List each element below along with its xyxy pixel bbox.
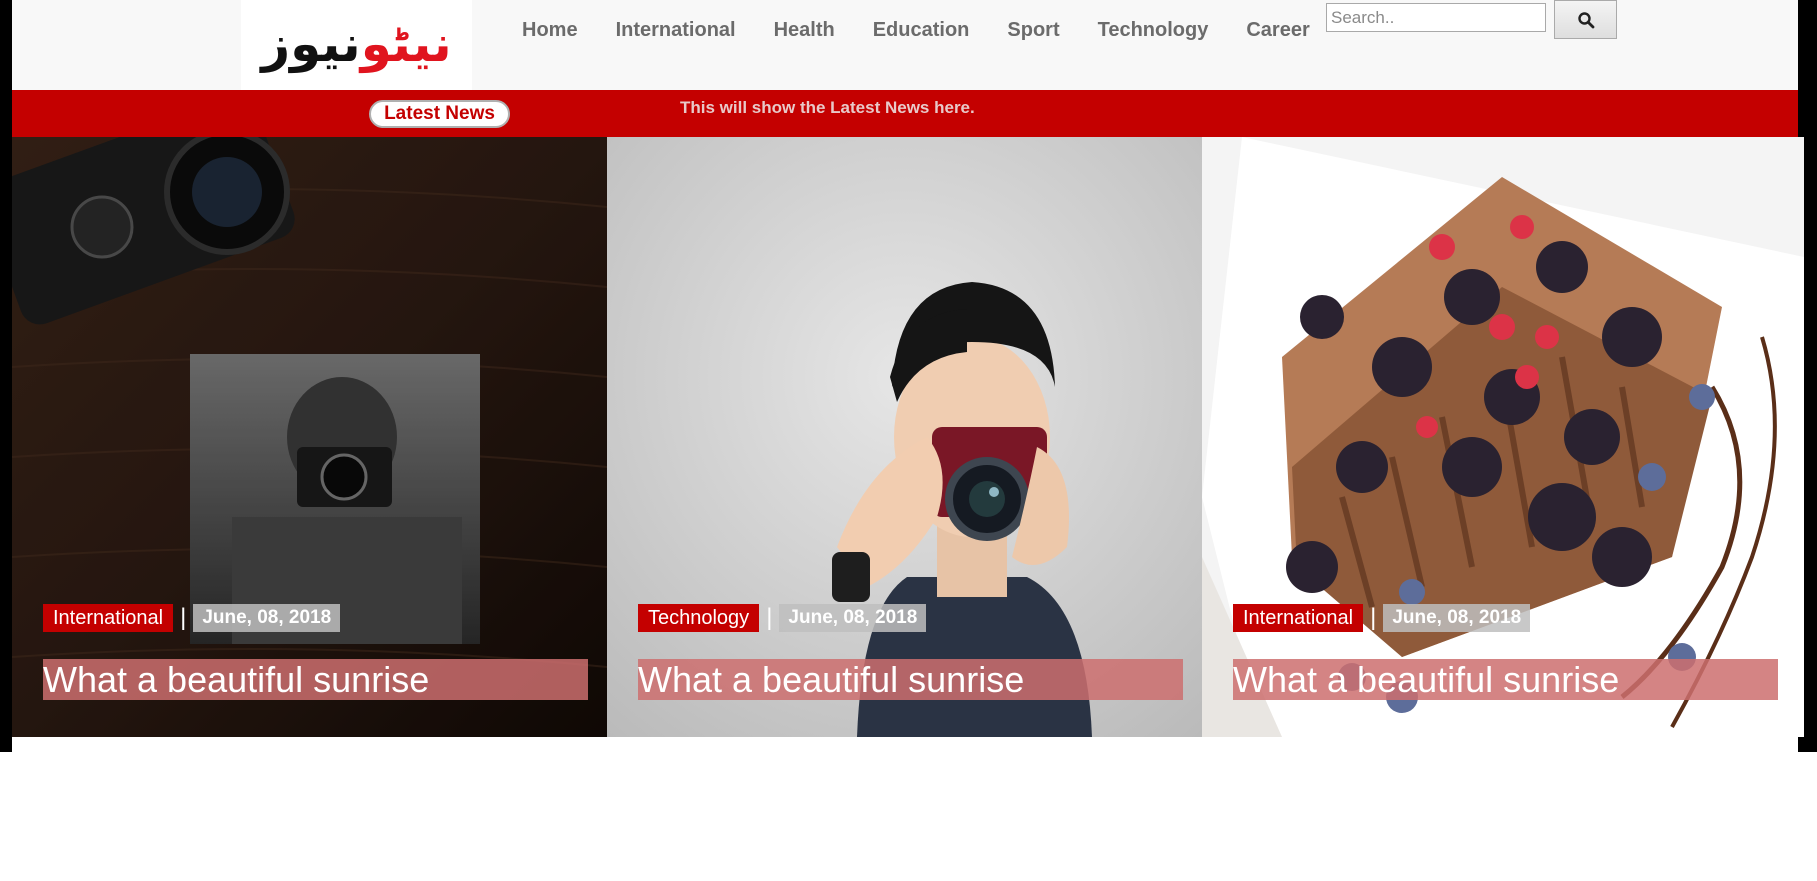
latest-news-bar: Latest News This will show the Latest Ne… [12,90,1798,137]
main-nav: Home International Health Education Spor… [522,17,1348,43]
date-badge: June, 08, 2018 [1383,604,1531,632]
logo-text: نیٹونیوز [241,6,472,82]
featured-card-3[interactable]: International | June, 08, 2018 What a be… [1202,137,1804,737]
category-badge[interactable]: Technology [638,604,760,632]
logo-text-red: نیٹو [360,15,454,73]
latest-news-text[interactable]: This will show the Latest News here. [680,97,975,119]
logo-text-black: نیوز [261,15,362,73]
card-title[interactable]: What a beautiful sunrise [638,659,1183,700]
featured-cards: International | June, 08, 2018 What a be… [12,137,1804,737]
photo-camera-desk [12,137,607,737]
search-input[interactable] [1326,3,1546,32]
category-badge[interactable]: International [43,604,174,632]
nav-career[interactable]: Career [1246,17,1309,43]
page: نیٹونیوز Home International Health Educa… [12,0,1804,752]
nav-international[interactable]: International [616,17,736,43]
card-title[interactable]: What a beautiful sunrise [1233,659,1778,700]
meta-separator: | [1370,604,1377,631]
search-button[interactable] [1554,0,1617,39]
photo-man-with-camera [607,137,1202,737]
nav-home[interactable]: Home [522,17,578,43]
meta-separator: | [766,604,773,631]
featured-card-1[interactable]: International | June, 08, 2018 What a be… [12,137,607,737]
site-logo[interactable]: نیٹونیوز [241,0,472,90]
nav-technology[interactable]: Technology [1098,17,1209,43]
date-badge: June, 08, 2018 [779,604,927,632]
featured-card-2[interactable]: Technology | June, 08, 2018 What a beaut… [607,137,1202,737]
latest-news-badge[interactable]: Latest News [369,100,510,128]
card-meta: Technology | June, 08, 2018 [638,604,927,632]
site-header: نیٹونیوز Home International Health Educa… [12,0,1798,90]
search-icon [1577,11,1594,28]
meta-separator: | [180,604,187,631]
nav-education[interactable]: Education [873,17,970,43]
category-badge[interactable]: International [1233,604,1364,632]
nav-sport[interactable]: Sport [1007,17,1059,43]
card-meta: International | June, 08, 2018 [1233,604,1531,632]
nav-health[interactable]: Health [774,17,835,43]
card-meta: International | June, 08, 2018 [43,604,341,632]
photo-berry-dessert [1202,137,1804,737]
card-title[interactable]: What a beautiful sunrise [43,659,588,700]
date-badge: June, 08, 2018 [193,604,341,632]
